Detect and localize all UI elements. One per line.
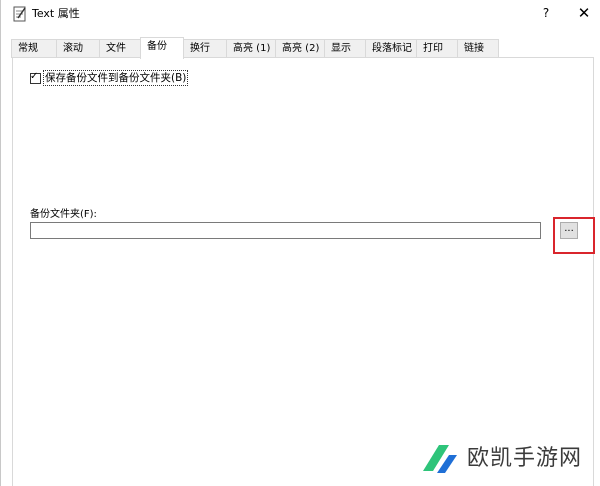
watermark-logo-icon <box>423 445 457 473</box>
save-backup-checkbox[interactable]: ✓ 保存备份文件到备份文件夹(B) <box>30 70 189 86</box>
tab-print[interactable]: 打印 <box>416 39 458 58</box>
save-backup-checkbox-label[interactable]: 保存备份文件到备份文件夹(B) <box>43 70 189 86</box>
tab-wrap[interactable]: 换行 <box>183 39 227 58</box>
tab-strip: 常规 滚动 文件 备份 换行 高亮 (1) 高亮 (2) 显示 段落标记 打印 … <box>11 37 596 59</box>
properties-dialog: Text 属性 ? ✕ 常规 滚动 文件 备份 换行 高亮 (1) 高亮 (2)… <box>0 0 600 486</box>
tab-links[interactable]: 链接 <box>457 39 499 58</box>
watermark: 欧凯手游网 <box>419 440 582 478</box>
backup-folder-input[interactable] <box>30 222 541 239</box>
tab-highlight-1[interactable]: 高亮 (1) <box>226 39 276 58</box>
backup-tab-panel <box>12 57 594 486</box>
help-button[interactable]: ? <box>533 2 559 24</box>
tab-general[interactable]: 常规 <box>11 39 57 58</box>
close-button[interactable]: ✕ <box>569 2 599 24</box>
title-bar: Text 属性 ? ✕ <box>1 0 600 28</box>
backup-folder-label: 备份文件夹(F): <box>30 209 97 220</box>
browse-folder-button[interactable]: ... <box>560 222 578 239</box>
text-document-icon <box>13 6 26 22</box>
checkbox-box[interactable]: ✓ <box>30 70 41 84</box>
tab-backup[interactable]: 备份 <box>140 37 184 59</box>
window-title: Text 属性 <box>32 7 80 20</box>
tab-highlight-2[interactable]: 高亮 (2) <box>275 39 325 58</box>
tab-file[interactable]: 文件 <box>99 39 141 58</box>
tab-display[interactable]: 显示 <box>324 39 366 58</box>
watermark-text: 欧凯手游网 <box>467 446 583 471</box>
tab-scrolling[interactable]: 滚动 <box>56 39 100 58</box>
checkmark-icon: ✓ <box>30 70 39 82</box>
tab-paragraph-marks[interactable]: 段落标记 <box>365 39 417 58</box>
